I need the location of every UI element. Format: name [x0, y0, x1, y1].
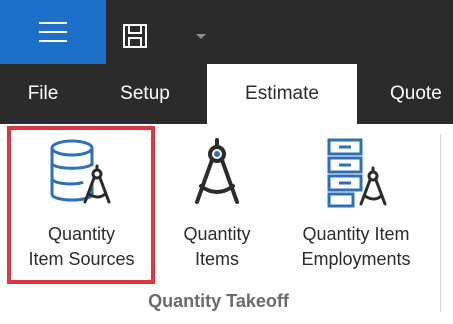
save-button[interactable]: [121, 22, 149, 50]
tab-file[interactable]: File: [18, 64, 68, 124]
quantity-items-button[interactable]: Quantity Items: [168, 124, 266, 288]
ribbon-group-label: Quantity Takeoff: [148, 291, 289, 311]
group-separator: [440, 134, 441, 312]
drawers-compass-icon: [327, 138, 387, 208]
save-icon: [123, 24, 147, 48]
compass-icon: [195, 138, 239, 204]
button-label-line1: Quantity Item: [302, 224, 410, 244]
chevron-down-icon[interactable]: [196, 34, 206, 39]
tab-quote[interactable]: Quote: [390, 64, 453, 124]
button-label-line2: Items: [194, 249, 239, 269]
button-label-line2: Employments: [301, 249, 411, 269]
tab-setup[interactable]: Setup: [104, 64, 186, 124]
tab-estimate[interactable]: Estimate: [207, 64, 357, 124]
highlight-box: [7, 126, 155, 284]
app-menu-button[interactable]: [0, 0, 106, 64]
quantity-item-employments-button[interactable]: Quantity Item Employments: [282, 124, 430, 288]
button-label-line1: Quantity: [183, 224, 251, 244]
